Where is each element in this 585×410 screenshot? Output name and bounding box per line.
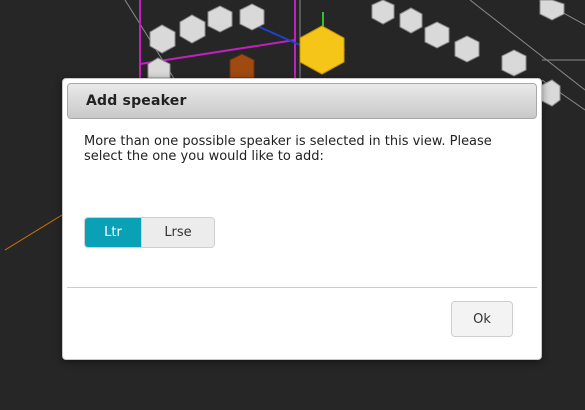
add-speaker-dialog: Add speaker More than one possible speak… xyxy=(62,78,542,360)
speaker-cube xyxy=(147,57,171,79)
selected-speaker-cube xyxy=(299,25,345,75)
speaker-cube xyxy=(501,49,527,77)
speaker-cube xyxy=(539,79,561,107)
speaker-cube xyxy=(149,24,176,54)
speaker-cube xyxy=(207,5,233,33)
speaker-cube xyxy=(239,3,265,31)
speaker-option-toggle: Ltr Lrse xyxy=(84,217,215,248)
dialog-message: More than one possible speaker is select… xyxy=(84,134,492,164)
highlighted-speaker-cube xyxy=(229,53,255,79)
ok-button[interactable]: Ok xyxy=(451,301,513,337)
speaker-cube xyxy=(539,0,565,21)
speaker-cube xyxy=(424,21,450,49)
speaker-cube xyxy=(454,35,480,63)
dialog-divider xyxy=(67,287,537,288)
axis-line-orange xyxy=(4,214,63,251)
speaker-cube xyxy=(399,7,423,34)
speaker-cube xyxy=(371,0,395,25)
wireframe-line xyxy=(469,0,585,91)
dialog-title: Add speaker xyxy=(86,93,187,109)
speaker-cube xyxy=(179,14,206,44)
speaker-option-ltr[interactable]: Ltr xyxy=(85,218,141,247)
speaker-option-lrse[interactable]: Lrse xyxy=(141,218,214,247)
dialog-header: Add speaker xyxy=(67,83,537,119)
